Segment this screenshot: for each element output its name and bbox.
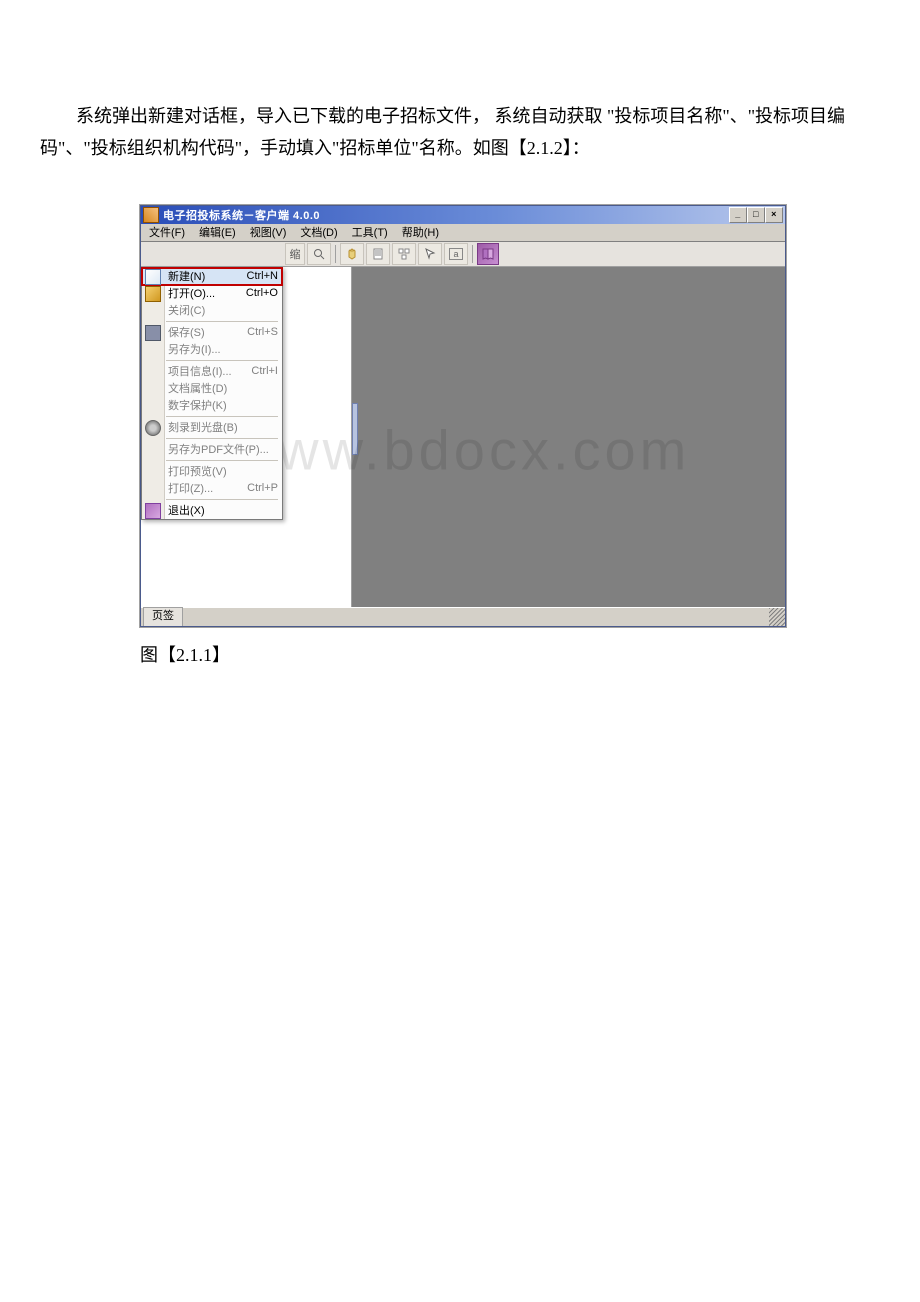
menu-separator <box>166 360 278 361</box>
menu-item-shortcut: Ctrl+O <box>246 287 278 299</box>
screenshot-figure: 电子招投标系统－客户端 4.0.0 _ □ × 文件(F) 编辑(E) 视图(V… <box>140 205 784 627</box>
exit-icon <box>145 503 161 519</box>
toolbar-separator <box>472 245 473 263</box>
menu-item-label: 保存(S) <box>168 324 247 340</box>
menu-edit[interactable]: 编辑(E) <box>193 223 242 241</box>
menubar: 文件(F) 编辑(E) 视图(V) 文档(D) 工具(T) 帮助(H) <box>141 224 785 242</box>
menu-item: 数字保护(K) <box>142 397 282 414</box>
menu-item-label: 另存为(I)... <box>168 341 278 357</box>
close-icon <box>145 303 159 317</box>
toolbar-reduce-icon[interactable]: 缩 <box>285 243 305 265</box>
svg-text:a: a <box>453 249 458 259</box>
saveas-icon <box>145 342 159 356</box>
toolbar-organize-icon[interactable] <box>392 243 416 265</box>
menu-item: 项目信息(I)...Ctrl+I <box>142 363 282 380</box>
menu-item-label: 文档属性(D) <box>168 380 278 396</box>
titlebar: 电子招投标系统－客户端 4.0.0 _ □ × <box>141 206 785 224</box>
menu-item: 文档属性(D) <box>142 380 282 397</box>
menu-item: 另存为(I)... <box>142 341 282 358</box>
menu-item: 打印预览(V) <box>142 463 282 480</box>
statusbar: 页签 <box>141 607 785 626</box>
burn-icon <box>145 420 161 436</box>
menu-view[interactable]: 视图(V) <box>244 223 293 241</box>
menu-item-label: 另存为PDF文件(P)... <box>168 441 278 457</box>
menu-item: 另存为PDF文件(P)... <box>142 441 282 458</box>
menu-item[interactable]: 打开(O)...Ctrl+O <box>142 285 282 302</box>
menu-item-label: 数字保护(K) <box>168 397 278 413</box>
menu-separator <box>166 416 278 417</box>
menu-item-label: 刻录到光盘(B) <box>168 419 278 435</box>
page-tab[interactable]: 页签 <box>143 607 183 626</box>
status-spacer <box>183 608 769 626</box>
menu-item-shortcut: Ctrl+S <box>247 326 278 338</box>
toolbar-book-icon[interactable] <box>477 243 499 265</box>
save-icon <box>145 325 161 341</box>
menu-item-shortcut: Ctrl+I <box>251 365 278 377</box>
menu-item-label: 打开(O)... <box>168 285 246 301</box>
menu-tools[interactable]: 工具(T) <box>346 223 394 241</box>
toolbar-select-icon[interactable] <box>418 243 442 265</box>
workspace: 新建(N)Ctrl+N打开(O)...Ctrl+O关闭(C)保存(S)Ctrl+… <box>141 267 785 607</box>
menu-item: 刻录到光盘(B) <box>142 419 282 436</box>
menu-item-label: 退出(X) <box>168 502 278 518</box>
close-button[interactable]: × <box>765 207 783 223</box>
menu-item-shortcut: Ctrl+N <box>247 270 278 282</box>
file-menu-dropdown: 新建(N)Ctrl+N打开(O)...Ctrl+O关闭(C)保存(S)Ctrl+… <box>141 267 283 520</box>
maximize-button[interactable]: □ <box>747 207 765 223</box>
menu-item: 关闭(C) <box>142 302 282 319</box>
menu-item-label: 项目信息(I)... <box>168 363 251 379</box>
document-area <box>352 267 785 607</box>
menu-separator <box>166 438 278 439</box>
app-window: 电子招投标系统－客户端 4.0.0 _ □ × 文件(F) 编辑(E) 视图(V… <box>140 205 786 627</box>
figure-caption: 图【2.1.1】 <box>140 641 880 667</box>
open-icon <box>145 286 161 302</box>
menu-item[interactable]: 新建(N)Ctrl+N <box>142 268 282 285</box>
menu-separator <box>166 321 278 322</box>
toolbar: 缩 a <box>141 242 785 267</box>
window-buttons: _ □ × <box>729 207 783 223</box>
toolbar-page-icon[interactable] <box>366 243 390 265</box>
menu-item-shortcut: Ctrl+P <box>247 482 278 494</box>
resize-grip[interactable] <box>769 608 785 626</box>
new-icon <box>145 269 161 285</box>
document-page: 系统弹出新建对话框，导入已下载的电子招标文件， 系统自动获取 "投标项目名称"、… <box>0 0 920 707</box>
minimize-button[interactable]: _ <box>729 207 747 223</box>
splitter-handle[interactable] <box>352 403 358 455</box>
menu-file[interactable]: 文件(F) <box>143 223 191 241</box>
menu-separator <box>166 499 278 500</box>
toolbar-text-icon[interactable]: a <box>444 243 468 265</box>
menu-item-label: 关闭(C) <box>168 302 278 318</box>
menu-separator <box>166 460 278 461</box>
menu-help[interactable]: 帮助(H) <box>396 223 445 241</box>
intro-paragraph: 系统弹出新建对话框，导入已下载的电子招标文件， 系统自动获取 "投标项目名称"、… <box>40 100 880 165</box>
menu-item[interactable]: 退出(X) <box>142 502 282 519</box>
proj-icon <box>145 364 159 378</box>
toolbar-zoom-icon[interactable] <box>307 243 331 265</box>
window-title: 电子招投标系统－客户端 4.0.0 <box>163 207 729 223</box>
menu-item-label: 新建(N) <box>168 268 247 284</box>
menu-item-label: 打印(Z)... <box>168 480 247 496</box>
menu-item: 保存(S)Ctrl+S <box>142 324 282 341</box>
menu-item: 打印(Z)...Ctrl+P <box>142 480 282 497</box>
app-icon <box>143 207 159 223</box>
toolbar-hand-icon[interactable] <box>340 243 364 265</box>
menu-doc[interactable]: 文档(D) <box>294 223 343 241</box>
menu-item-label: 打印预览(V) <box>168 463 278 479</box>
toolbar-separator <box>335 245 336 263</box>
